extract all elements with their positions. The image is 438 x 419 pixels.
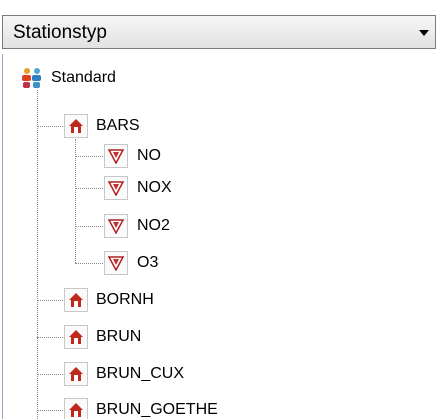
component-icon <box>108 181 124 196</box>
tree-item-label: NOX <box>137 179 172 196</box>
station-icon-box <box>64 288 88 312</box>
chevron-down-icon[interactable] <box>419 30 429 36</box>
station-icon-box <box>64 114 88 138</box>
tree-item-label: BRUN <box>96 328 142 345</box>
tree-branch-no2 <box>75 226 105 227</box>
station-tree: Standard BARS NO NOX NO2 O3 BORNH BRUN B… <box>2 54 436 419</box>
tree-branch-brun-goethe <box>37 410 65 411</box>
tree-line-bars <box>75 139 76 263</box>
house-icon <box>69 119 83 133</box>
component-icon-box <box>104 176 128 200</box>
tree-item-label: BARS <box>96 117 140 134</box>
tree-item-label: NO <box>137 147 161 164</box>
tree-branch-brun-cux <box>37 374 65 375</box>
tree-item-label: O3 <box>137 254 159 271</box>
component-icon-box <box>104 251 128 275</box>
house-icon <box>69 293 83 307</box>
component-icon <box>108 149 124 164</box>
component-icon-box <box>104 144 128 168</box>
tree-item-label: NO2 <box>137 217 170 234</box>
tree-branch-nox <box>75 188 105 189</box>
tree-branch-brun <box>37 337 65 338</box>
tree-item-label: BRUN_CUX <box>96 365 185 382</box>
component-icon <box>108 256 124 271</box>
tree-branch-o3 <box>75 263 105 264</box>
tree-item-label: Standard <box>51 69 116 86</box>
house-icon <box>69 367 83 381</box>
group-icon <box>22 68 41 88</box>
tree-item-label: BRUN_GOETHE <box>96 401 218 418</box>
tree-branch-bars <box>37 126 65 127</box>
station-icon-box <box>64 398 88 419</box>
tree-branch-no <box>75 156 105 157</box>
house-icon <box>69 330 83 344</box>
component-icon-box <box>104 214 128 238</box>
tree-branch-bornh <box>37 300 65 301</box>
station-icon-box <box>64 325 88 349</box>
component-icon <box>108 219 124 234</box>
tree-item-label: BORNH <box>96 291 154 308</box>
station-icon-box <box>64 362 88 386</box>
house-icon <box>69 403 83 417</box>
station-type-selected: Stationstyp <box>13 22 107 43</box>
tree-line-root <box>37 90 38 419</box>
station-type-dropdown[interactable]: Stationstyp <box>2 15 436 49</box>
